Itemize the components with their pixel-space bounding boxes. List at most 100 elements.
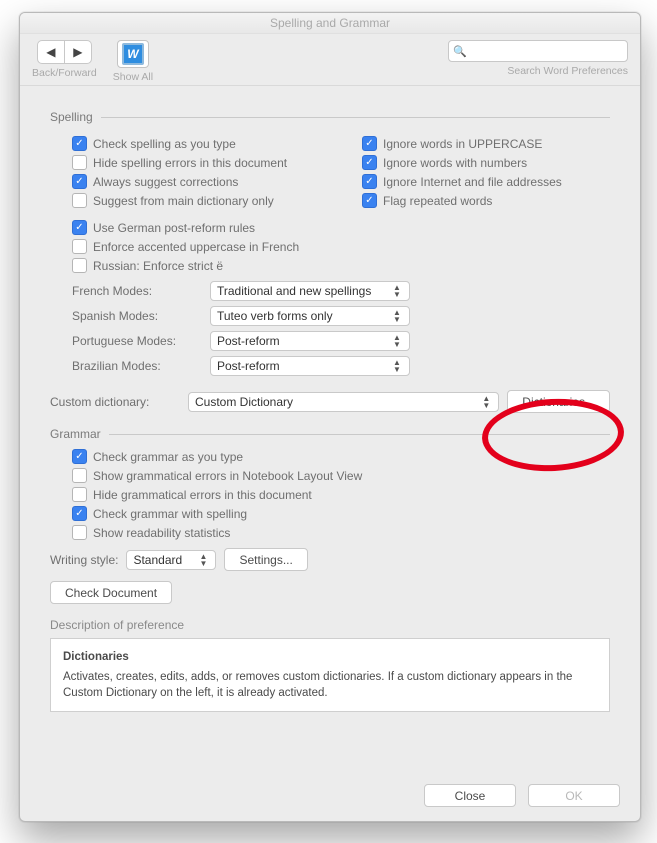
checkbox-label: Always suggest corrections [93,175,238,189]
mode-row-1: Spanish Modes: Tuteo verb forms only ▲▼ [72,306,610,326]
check-document-button[interactable]: Check Document [50,581,172,604]
custom-dictionary-select[interactable]: Custom Dictionary ▲▼ [188,392,499,412]
ok-button[interactable]: OK [528,784,620,807]
mode-value: Post-reform [217,359,280,373]
chevron-updown-icon: ▲▼ [391,359,403,373]
checkmark-icon: ✓ [75,452,83,462]
mode-label: French Modes: [72,284,202,298]
grammar-item-3[interactable]: ✓Check grammar with spelling [72,506,610,521]
checkbox-label: Hide grammatical errors in this document [93,488,312,502]
mode-value: Post-reform [217,334,280,348]
checkbox[interactable] [72,193,87,208]
checkbox[interactable]: ✓ [72,449,87,464]
checkbox[interactable] [72,155,87,170]
spelling-right-3[interactable]: ✓ Flag repeated words [362,193,612,208]
checkbox[interactable]: ✓ [72,174,87,189]
search-label: Search Word Preferences [507,65,628,77]
description-body: Activates, creates, edits, adds, or remo… [63,669,597,701]
mode-value: Tuteo verb forms only [217,309,333,323]
preferences-window: Spelling and Grammar ◀ ▶ Back/Forward W … [19,12,641,822]
checkbox-label: Check grammar as you type [93,450,243,464]
forward-button[interactable]: ▶ [65,40,92,64]
checkbox-label: Enforce accented uppercase in French [93,240,299,254]
custom-dictionary-label: Custom dictionary: [50,395,180,409]
back-button[interactable]: ◀ [37,40,65,64]
grammar-settings-button[interactable]: Settings... [224,548,307,571]
close-button[interactable]: Close [424,784,516,807]
checkmark-icon: ✓ [75,139,83,149]
checkbox[interactable] [72,525,87,540]
grammar-item-2[interactable]: Hide grammatical errors in this document [72,487,610,502]
description-heading: Description of preference [50,618,610,632]
spelling-right-0[interactable]: ✓ Ignore words in UPPERCASE [362,136,612,151]
grammar-heading: Grammar [50,427,101,441]
checkbox[interactable]: ✓ [72,136,87,151]
checkbox-label: Suggest from main dictionary only [93,194,274,208]
mode-label: Spanish Modes: [72,309,202,323]
checkbox-label: Russian: Enforce strict ё [93,259,223,273]
checkbox-label: Show grammatical errors in Notebook Layo… [93,469,362,483]
grammar-item-1[interactable]: Show grammatical errors in Notebook Layo… [72,468,610,483]
mode-select-3[interactable]: Post-reform ▲▼ [210,356,410,376]
spelling-lang-1[interactable]: Enforce accented uppercase in French [72,239,610,254]
spelling-right-1[interactable]: ✓ Ignore words with numbers [362,155,612,170]
chevron-updown-icon: ▲▼ [391,334,403,348]
checkbox[interactable]: ✓ [362,136,377,151]
mode-row-3: Brazilian Modes: Post-reform ▲▼ [72,356,610,376]
mode-value: Traditional and new spellings [217,284,371,298]
checkbox-label: Check spelling as you type [93,137,236,151]
spelling-left-3[interactable]: Suggest from main dictionary only [72,193,322,208]
checkbox[interactable] [72,239,87,254]
checkbox-label: Hide spelling errors in this document [93,156,287,170]
checkmark-icon: ✓ [365,158,373,168]
checkbox[interactable] [72,487,87,502]
spelling-heading: Spelling [50,110,93,124]
search-input[interactable]: 🔍 [448,40,628,62]
checkbox[interactable]: ✓ [362,193,377,208]
spelling-lang-2[interactable]: Russian: Enforce strict ё [72,258,610,273]
checkbox[interactable]: ✓ [72,506,87,521]
writing-style-label: Writing style: [50,553,118,567]
checkbox-label: Flag repeated words [383,194,492,208]
chevron-updown-icon: ▲▼ [391,309,403,323]
spelling-right-2[interactable]: ✓Ignore Internet and file addresses [362,174,612,189]
mode-select-1[interactable]: Tuteo verb forms only ▲▼ [210,306,410,326]
toolbar: ◀ ▶ Back/Forward W Show All 🔍 Search Wor… [20,34,640,86]
checkbox[interactable] [72,258,87,273]
checkmark-icon: ✓ [365,196,373,206]
checkbox[interactable]: ✓ [72,220,87,235]
show-all-button[interactable]: W [117,40,149,68]
search-icon: 🔍 [453,45,467,58]
checkmark-icon: ✓ [75,509,83,519]
grammar-item-0[interactable]: ✓ Check grammar as you type [72,449,610,464]
description-section: Description of preference Dictionaries A… [50,618,610,712]
mode-select-2[interactable]: Post-reform ▲▼ [210,331,410,351]
description-title: Dictionaries [63,649,597,665]
spelling-left-1[interactable]: Hide spelling errors in this document [72,155,322,170]
grammar-section: Grammar ✓ Check grammar as you type Show g… [50,427,610,604]
spelling-lang-0[interactable]: ✓Use German post-reform rules [72,220,610,235]
mode-select-0[interactable]: Traditional and new spellings▲▼ [210,281,410,301]
checkbox-label: Ignore words with numbers [383,156,527,170]
checkmark-icon: ✓ [365,177,373,187]
word-app-icon: W [122,43,144,65]
checkmark-icon: ✓ [365,139,373,149]
mode-label: Portuguese Modes: [72,334,202,348]
checkbox[interactable]: ✓ [362,155,377,170]
writing-style-select[interactable]: Standard ▲▼ [126,550,216,570]
show-all-label: Show All [113,71,153,83]
checkbox[interactable] [72,468,87,483]
mode-label: Brazilian Modes: [72,359,202,373]
chevron-updown-icon: ▲▼ [197,553,209,567]
checkbox[interactable]: ✓ [362,174,377,189]
chevron-updown-icon: ▲▼ [480,395,492,409]
window-title: Spelling and Grammar [20,13,640,34]
spelling-left-0[interactable]: ✓ Check spelling as you type [72,136,322,151]
dictionaries-button[interactable]: Dictionaries... [507,390,610,413]
checkmark-icon: ✓ [75,177,83,187]
spelling-left-2[interactable]: ✓ Always suggest corrections [72,174,322,189]
grammar-item-4[interactable]: Show readability statistics [72,525,610,540]
mode-row-2: Portuguese Modes: Post-reform ▲▼ [72,331,610,351]
checkbox-label: Ignore words in UPPERCASE [383,137,542,151]
mode-row-0: French Modes: Traditional and new spellin… [72,281,610,301]
